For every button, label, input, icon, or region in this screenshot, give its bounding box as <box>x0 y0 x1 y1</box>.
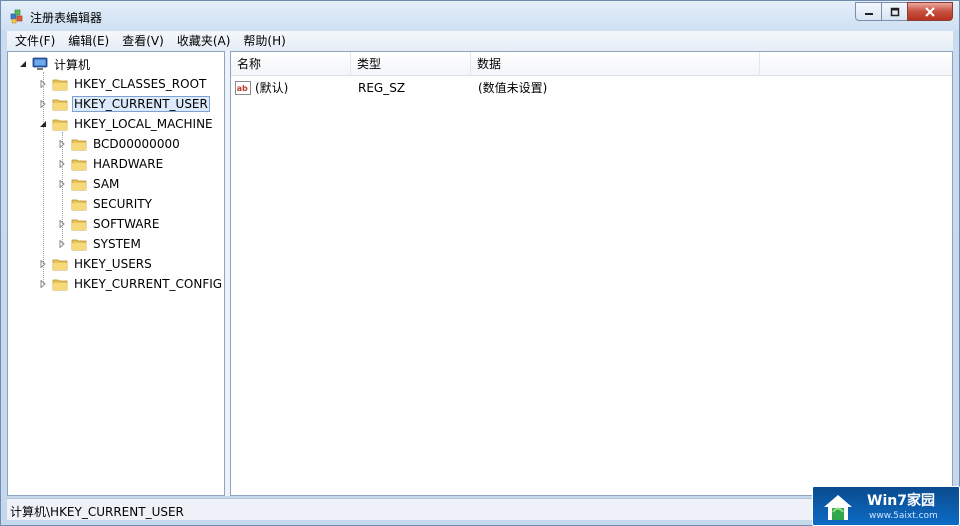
caption-buttons <box>855 2 953 21</box>
tree-node-hardware[interactable]: HARDWARE <box>57 154 165 174</box>
tree-node-hkcr[interactable]: HKEY_CLASSES_ROOT <box>38 74 208 94</box>
folder-icon <box>71 219 87 231</box>
expand-icon[interactable] <box>57 159 67 169</box>
value-data: (数值未设置) <box>478 81 548 95</box>
tree-node-label: BCD00000000 <box>93 137 180 151</box>
column-header-type[interactable]: 类型 <box>351 52 471 76</box>
tree-node-computer[interactable]: 计算机 <box>18 54 92 74</box>
reg-sz-icon: ab <box>235 81 251 95</box>
tree-node-label: HKEY_USERS <box>74 257 152 271</box>
watermark-url: www.5aixt.com <box>869 511 938 521</box>
house-logo-icon <box>824 495 852 520</box>
tree-node-label: SOFTWARE <box>93 217 160 231</box>
tree-node-security[interactable]: SECURITY <box>57 194 154 214</box>
expand-icon[interactable] <box>38 259 48 269</box>
menu-bar: 文件(F) 编辑(E) 查看(V) 收藏夹(A) 帮助(H) <box>7 31 953 51</box>
close-icon <box>925 6 935 17</box>
tree-node-label: SAM <box>93 177 120 191</box>
tree-node-hkcu[interactable]: HKEY_CURRENT_USER <box>38 94 210 114</box>
expand-icon[interactable] <box>38 99 48 109</box>
column-header-name[interactable]: 名称 <box>231 52 351 76</box>
expand-icon[interactable] <box>57 219 67 229</box>
value-row[interactable]: ab (默认) REG_SZ (数值未设置) <box>231 78 952 98</box>
tree-node-label-selected: HKEY_CURRENT_USER <box>72 96 210 112</box>
tree-node-label: SECURITY <box>93 197 152 211</box>
tree-node-label: SYSTEM <box>93 237 141 251</box>
menu-view[interactable]: 查看(V) <box>117 32 169 50</box>
tree-node-hkcc[interactable]: HKEY_CURRENT_CONFIG <box>38 274 224 294</box>
folder-icon <box>71 179 87 191</box>
collapse-icon[interactable] <box>38 119 48 129</box>
key-tree-pane[interactable]: 计算机 HKEY_CLASSES_ROOT HKEY_CURRENT_USER … <box>7 51 225 496</box>
computer-icon <box>32 57 48 70</box>
tree-node-label: 计算机 <box>54 57 91 72</box>
svg-text:ab: ab <box>237 84 248 93</box>
restore-icon <box>890 7 899 16</box>
menu-file[interactable]: 文件(F) <box>10 32 60 50</box>
registry-editor-window: 注册表编辑器 文件(F) 编辑(E) 查看(V) 收藏夹(A) 帮助(H) 计算… <box>0 0 960 526</box>
minimize-icon <box>864 12 873 15</box>
value-type: REG_SZ <box>358 81 406 95</box>
folder-icon <box>71 199 87 211</box>
menu-help[interactable]: 帮助(H) <box>238 32 290 50</box>
folder-icon <box>71 239 87 251</box>
close-button[interactable] <box>907 2 953 21</box>
tree-node-hku[interactable]: HKEY_USERS <box>38 254 154 274</box>
folder-open-icon <box>52 119 68 131</box>
watermark-title: Win7家园 <box>867 493 935 509</box>
tree-node-label: HKEY_CLASSES_ROOT <box>74 77 207 91</box>
title-bar[interactable]: 注册表编辑器 <box>1 1 959 31</box>
tree-node-software[interactable]: SOFTWARE <box>57 214 161 234</box>
expand-icon[interactable] <box>38 79 48 89</box>
folder-icon <box>71 139 87 151</box>
expand-icon[interactable] <box>57 239 67 249</box>
window-title: 注册表编辑器 <box>30 11 103 25</box>
status-path: 计算机\HKEY_CURRENT_USER <box>10 505 184 519</box>
folder-icon <box>71 159 87 171</box>
no-expander <box>57 199 67 209</box>
tree-node-bcd[interactable]: BCD00000000 <box>57 134 182 154</box>
tree-node-label: HARDWARE <box>93 157 164 171</box>
maximize-button[interactable] <box>881 2 908 21</box>
watermark-badge: Win7家园 www.5aixt.com <box>812 486 960 526</box>
tree-node-hklm[interactable]: HKEY_LOCAL_MACHINE <box>38 114 215 134</box>
regedit-icon <box>10 9 23 24</box>
folder-icon <box>52 259 68 271</box>
expand-icon[interactable] <box>57 139 67 149</box>
value-list-pane[interactable]: 名称 类型 数据 ab (默认) REG_SZ (数值未设置) <box>230 51 953 496</box>
minimize-button[interactable] <box>855 2 882 21</box>
folder-icon <box>52 99 68 111</box>
folder-icon <box>52 79 68 91</box>
tree-node-label: HKEY_CURRENT_CONFIG <box>74 277 223 291</box>
column-header-data[interactable]: 数据 <box>471 52 760 76</box>
value-name: (默认) <box>255 81 289 95</box>
tree-node-label: HKEY_LOCAL_MACHINE <box>74 117 213 131</box>
expand-icon[interactable] <box>57 179 67 189</box>
column-header-row: 名称 类型 数据 <box>231 52 952 76</box>
expand-icon[interactable] <box>38 279 48 289</box>
menu-edit[interactable]: 编辑(E) <box>63 32 114 50</box>
collapse-icon[interactable] <box>18 59 28 69</box>
folder-icon <box>52 279 68 291</box>
tree-node-system[interactable]: SYSTEM <box>57 234 143 254</box>
tree-node-sam[interactable]: SAM <box>57 174 121 194</box>
menu-favorites[interactable]: 收藏夹(A) <box>172 32 236 50</box>
